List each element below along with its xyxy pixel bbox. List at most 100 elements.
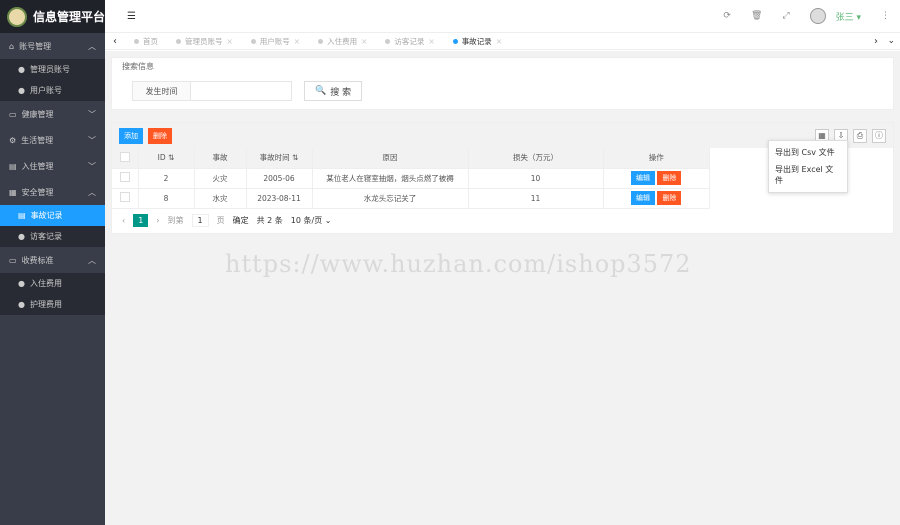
sidebar: 信息管理平台 ⌂ 账号管理 ︿ ● 管理员账号 ● 用户账号 ▭ 健康管理 ﹀ ⚙ 生活管理 ﹀ ▤ 入住管… xyxy=(0,0,105,525)
ticket-icon: ▭ xyxy=(9,255,17,265)
home-icon: ⌂ xyxy=(9,41,15,51)
menu-toggle-icon[interactable]: ☰ xyxy=(127,11,136,22)
select-all-checkbox[interactable] xyxy=(119,151,130,162)
sidebar-item[interactable]: ● 护理费用 xyxy=(0,294,105,315)
sidebar-item[interactable]: ● 访客记录 xyxy=(0,226,105,247)
close-icon[interactable]: × xyxy=(294,37,300,46)
page-1[interactable]: 1 xyxy=(133,214,149,227)
sidebar-group[interactable]: ▤ 入住管理 ﹀ xyxy=(0,153,105,179)
tab[interactable]: 管理员账号 × xyxy=(167,36,242,47)
chevron-up-icon: ︿ xyxy=(88,255,96,265)
tab-dot-icon xyxy=(176,38,181,44)
data-table: ID ⇅ 事故 事故时间 ⇅ 原因 损失（万元） 操作 2 火灾 2005-06 某位… xyxy=(112,148,710,209)
cell: 10 xyxy=(468,168,604,189)
item-icon: ● xyxy=(18,300,25,309)
chevron-down-icon: ﹀ xyxy=(88,161,96,171)
col-reason: 原因 xyxy=(312,148,469,169)
tab-dot-icon xyxy=(250,38,256,44)
col-actions: 操作 xyxy=(603,148,710,169)
tab[interactable]: 用户账号 × xyxy=(242,36,309,47)
tab[interactable]: 访客记录 × xyxy=(376,36,443,47)
tab-dot-icon xyxy=(318,38,324,44)
cell: 11 xyxy=(468,188,604,209)
trash-icon[interactable]: 🗑 xyxy=(751,11,762,21)
page-size-select[interactable]: 10 条/页 ⌄ xyxy=(291,215,332,226)
sidebar-group[interactable]: ⚙ 生活管理 ﹀ xyxy=(0,127,105,153)
occur-time-input[interactable] xyxy=(191,82,291,100)
edit-button[interactable]: 编辑 xyxy=(631,171,656,185)
cell: 水龙头忘记关了 xyxy=(312,188,469,209)
search-legend: 搜索信息 xyxy=(122,62,154,71)
search-button[interactable]: 🔍 搜 索 xyxy=(304,81,363,101)
search-panel: 搜索信息 发生时间 🔍 搜 索 xyxy=(111,57,894,110)
sidebar-item[interactable]: ● 入住费用 xyxy=(0,273,105,294)
tab[interactable]: 首页 xyxy=(125,36,167,47)
edit-button[interactable]: 编辑 xyxy=(631,191,656,205)
fullscreen-icon[interactable]: ⤢ xyxy=(782,11,789,21)
next-page[interactable]: › xyxy=(156,216,159,225)
tab-dropdown-icon[interactable]: ⌄ xyxy=(887,36,895,46)
page-unit: 页 xyxy=(216,216,225,225)
list-icon: ▤ xyxy=(18,211,26,220)
refresh-icon[interactable]: ⟳ xyxy=(723,11,731,21)
col-time[interactable]: 事故时间 ⇅ xyxy=(246,148,313,169)
cell: 2 xyxy=(138,168,195,189)
logo: 信息管理平台 xyxy=(0,0,105,33)
item-icon: ● xyxy=(18,279,25,288)
sidebar-item[interactable]: ▤ 事故记录 xyxy=(0,205,105,226)
card-icon: ▭ xyxy=(9,109,17,119)
sidebar-item[interactable]: ● 用户账号 xyxy=(0,80,105,101)
goto-label: 到第 xyxy=(167,216,184,225)
tab[interactable]: 入住费用 × xyxy=(309,36,376,47)
row-checkbox[interactable] xyxy=(119,192,130,202)
row-delete-button[interactable]: 删除 xyxy=(657,171,682,185)
sidebar-item[interactable]: ● 管理员账号 xyxy=(0,59,105,80)
export-excel[interactable]: 导出到 Excel 文件 xyxy=(769,161,847,189)
occur-time-label: 发生时间 xyxy=(133,82,191,100)
chevron-down-icon: ﹀ xyxy=(88,135,96,145)
cell: 水灾 xyxy=(194,188,247,209)
item-icon: ● xyxy=(18,86,25,95)
prev-page[interactable]: ‹ xyxy=(122,216,125,225)
avatar[interactable] xyxy=(809,8,826,24)
tab-dot-icon xyxy=(452,38,458,44)
table-row: 2 火灾 2005-06 某位老人在寝室抽烟，烟头点燃了被褥 10 编辑 删除 xyxy=(112,168,710,189)
calendar-icon: ▦ xyxy=(9,187,17,197)
close-icon[interactable]: × xyxy=(428,37,434,46)
col-id[interactable]: ID ⇅ xyxy=(138,148,195,169)
delete-button[interactable]: 删除 xyxy=(148,127,172,144)
tab-dot-icon xyxy=(134,38,139,44)
add-button[interactable]: 添加 xyxy=(119,127,143,144)
close-icon[interactable]: × xyxy=(361,37,367,46)
gears-icon: ⚙ xyxy=(9,135,17,145)
tab-bar: ‹ 首页 管理员账号 × 用户账号 × 入住费用 × 访客记录 × 事故记录 × › ⌄ xyxy=(105,33,900,50)
row-checkbox[interactable] xyxy=(119,172,130,182)
item-icon: ● xyxy=(18,232,25,241)
sidebar-group[interactable]: ▦ 安全管理 ︿ xyxy=(0,179,105,205)
export-csv[interactable]: 导出到 Csv 文件 xyxy=(769,144,847,161)
print-icon[interactable]: ⎙ xyxy=(853,128,867,143)
page-input[interactable]: 1 xyxy=(191,214,209,227)
more-icon[interactable]: ⋮ xyxy=(881,11,890,21)
cell: 2023-08-11 xyxy=(246,188,313,209)
tab[interactable]: 事故记录 × xyxy=(444,36,511,47)
col-loss: 损失（万元） xyxy=(468,148,604,169)
tab-next-icon[interactable]: › xyxy=(874,36,878,47)
pagination: ‹ 1 › 到第 1 页 确定 共 2 条 10 条/页 ⌄ xyxy=(112,209,893,233)
confirm-button[interactable]: 确定 xyxy=(233,215,249,226)
info-icon[interactable]: ⓘ xyxy=(872,128,886,143)
logo-avatar xyxy=(7,6,27,27)
row-delete-button[interactable]: 删除 xyxy=(657,191,682,205)
sidebar-group[interactable]: ▭ 收费标准 ︿ xyxy=(0,247,105,273)
user-menu[interactable]: 张三 ▾ xyxy=(836,10,861,23)
search-icon: 🔍 xyxy=(315,86,327,96)
tab-prev-icon[interactable]: ‹ xyxy=(105,36,125,47)
close-icon[interactable]: × xyxy=(496,37,502,46)
tab-dot-icon xyxy=(385,38,391,44)
cell: 火灾 xyxy=(194,168,247,189)
col-accident: 事故 xyxy=(194,148,247,169)
close-icon[interactable]: × xyxy=(227,37,233,46)
sidebar-group[interactable]: ⌂ 账号管理 ︿ xyxy=(0,33,105,59)
cell: 某位老人在寝室抽烟，烟头点燃了被褥 xyxy=(312,168,469,189)
sidebar-group[interactable]: ▭ 健康管理 ﹀ xyxy=(0,101,105,127)
